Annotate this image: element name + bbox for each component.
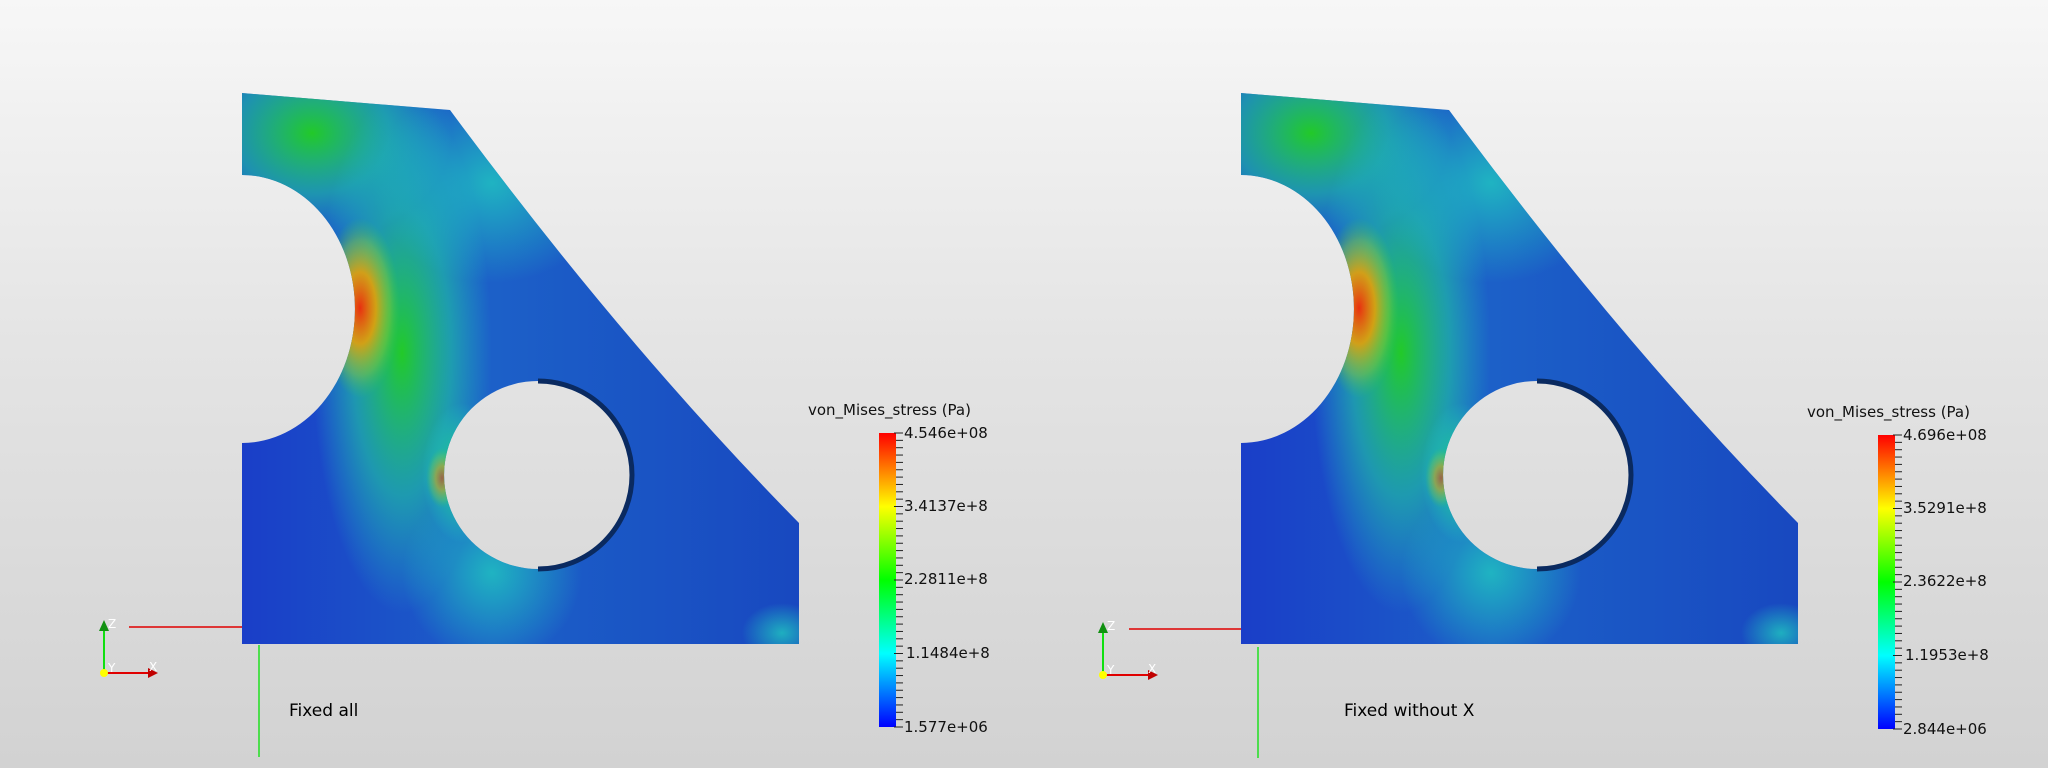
- legend-label-max: 4.546e+08: [904, 424, 988, 442]
- view-caption: Fixed all: [289, 701, 358, 721]
- axis-label-y: Y: [107, 661, 116, 675]
- legend-title: von_Mises_stress (Pa): [808, 401, 971, 420]
- axis-label-x: X: [1148, 662, 1156, 676]
- axis-label-x: X: [149, 660, 157, 674]
- legend-label: 2.3622e+8: [1903, 572, 1987, 590]
- view-fixed-without-x: Z Y X Fixed without X von_Mises_stress (…: [1098, 23, 1989, 758]
- color-legend: von_Mises_stress (Pa) 4.696e+08 3.5291e+…: [1807, 403, 1989, 738]
- render-viewport[interactable]: Z Y X Fixed all von_Mises_stress (Pa) 4.…: [0, 0, 2048, 768]
- legend-label: 3.5291e+8: [1903, 499, 1987, 517]
- stress-plate-mesh: [1171, 23, 1821, 663]
- stress-plate-mesh: [172, 23, 822, 663]
- view-fixed-all: Z Y X Fixed all von_Mises_stress (Pa) 4.…: [99, 23, 990, 757]
- legend-colorbar: [1878, 435, 1895, 729]
- legend-colorbar: [879, 433, 896, 727]
- axis-label-y: Y: [1106, 663, 1115, 677]
- legend-title: von_Mises_stress (Pa): [1807, 403, 1970, 422]
- legend-label-min: 2.844e+06: [1903, 720, 1987, 738]
- legend-label-min: 1.577e+06: [904, 718, 988, 736]
- y-axis-dot-icon: [1099, 671, 1107, 679]
- legend-label-max: 4.696e+08: [1903, 426, 1987, 444]
- view-caption: Fixed without X: [1344, 701, 1475, 721]
- axis-label-z: Z: [1107, 619, 1115, 633]
- legend-label: 2.2811e+8: [904, 570, 988, 588]
- legend-label: 1.1484e+8: [906, 644, 990, 662]
- color-legend: von_Mises_stress (Pa) 4.546e+08 3.4137e+…: [808, 401, 990, 736]
- axis-label-z: Z: [108, 617, 116, 631]
- orientation-axes-widget: Z Y X: [1098, 619, 1158, 680]
- y-axis-dot-icon: [100, 669, 108, 677]
- orientation-axes-widget: Z Y X: [99, 617, 158, 678]
- legend-label: 3.4137e+8: [904, 497, 988, 515]
- legend-label: 1.1953e+8: [1905, 646, 1989, 664]
